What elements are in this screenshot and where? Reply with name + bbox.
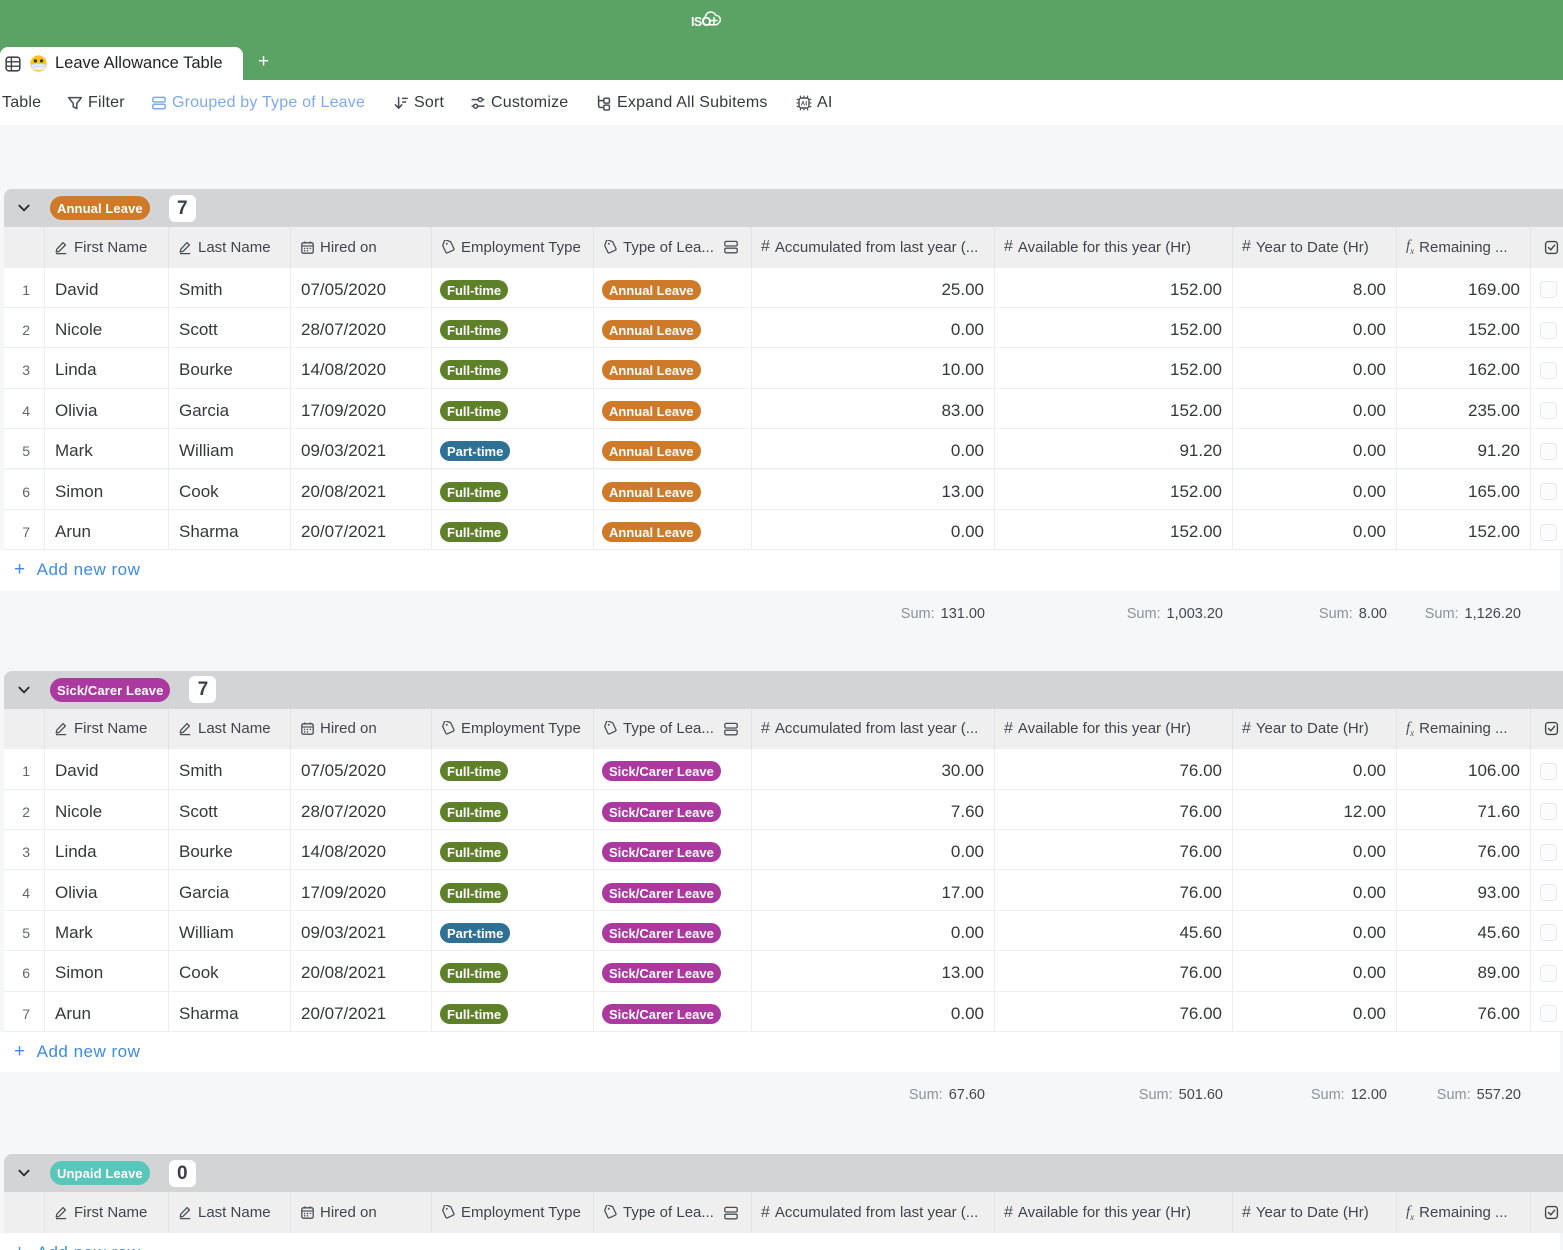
svg-text:ISO: ISO <box>691 15 712 29</box>
svg-text:AI: AI <box>801 100 808 107</box>
